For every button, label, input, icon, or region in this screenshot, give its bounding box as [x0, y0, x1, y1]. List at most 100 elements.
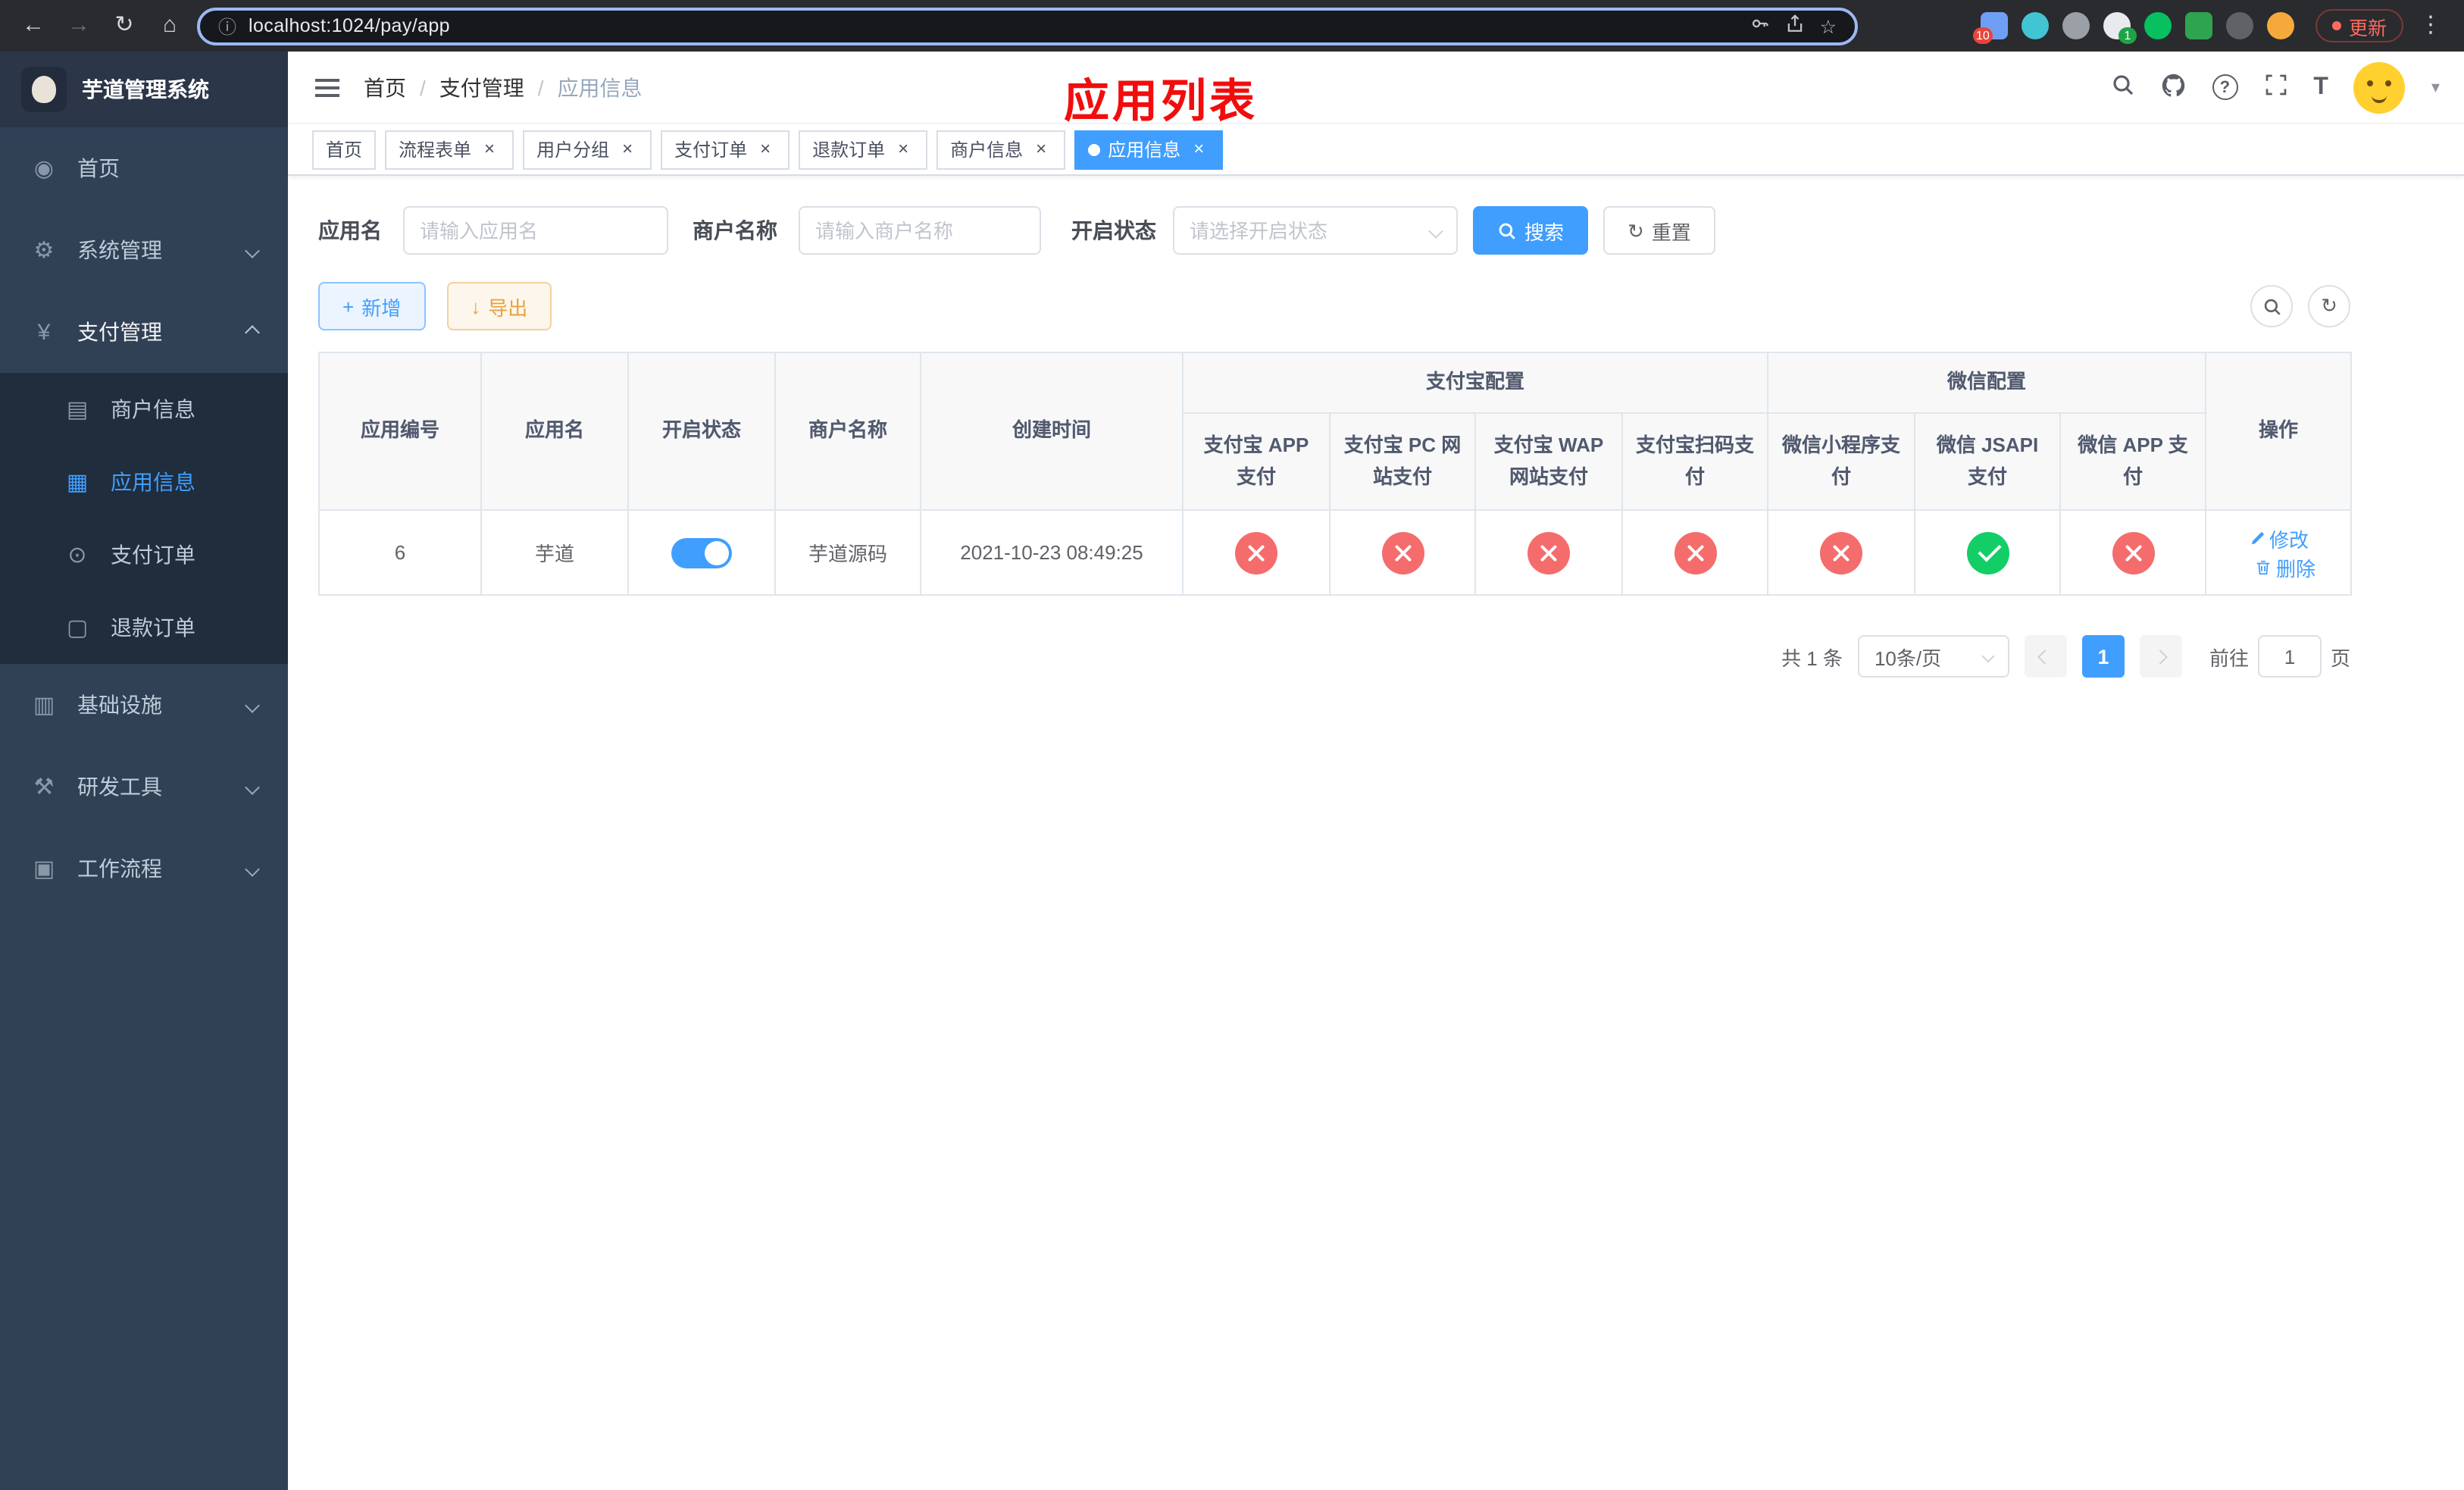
extension-icon[interactable] [2266, 12, 2294, 39]
breadcrumb: 首页 / 支付管理 / 应用信息 [364, 72, 643, 102]
extension-icon[interactable] [2021, 12, 2049, 39]
tab-close-icon[interactable]: × [1188, 138, 1209, 160]
sidebar-item-home[interactable]: ◉ 首页 [0, 127, 288, 209]
sidebar-toggle-icon[interactable] [312, 72, 342, 102]
tab-label: 支付订单 [674, 139, 748, 161]
tab-label: 流程表单 [399, 139, 472, 161]
cell-app-name: 芋道 [480, 509, 629, 596]
extension-icon[interactable]: 10 [1972, 12, 2008, 44]
tab-merchant-info[interactable]: 商户信息 × [937, 130, 1066, 169]
document-icon: ▢ [66, 615, 89, 641]
status-select[interactable] [1173, 206, 1458, 255]
browser-reload-icon[interactable]: ↻ [106, 8, 142, 44]
page-size-select[interactable]: 10条/页 [1857, 635, 2009, 678]
workflow-icon: ▣ [33, 856, 55, 882]
edit-link[interactable]: 修改 [2248, 524, 2309, 552]
extension-icon[interactable] [2143, 12, 2172, 39]
chevron-left-icon [2038, 649, 2053, 664]
sidebar-item-label: 研发工具 [77, 775, 162, 799]
add-button-label: 新增 [361, 296, 402, 319]
browser-menu-icon[interactable]: ⋮ [2412, 8, 2449, 44]
address-bar[interactable]: ⓘ localhost:1024/pay/app ☆ [197, 7, 1858, 45]
tab-user-group[interactable]: 用户分组 × [523, 130, 652, 169]
wechat-jsapi-status-icon [1966, 531, 2009, 574]
tab-refund-order[interactable]: 退款订单 × [799, 130, 928, 169]
site-info-icon[interactable]: ⓘ [218, 13, 236, 39]
plus-icon: + [342, 295, 355, 318]
sidebar-item-app-info[interactable]: ▦ 应用信息 [0, 446, 288, 518]
bookmark-star-icon[interactable]: ☆ [1820, 14, 1837, 37]
sidebar-item-payment[interactable]: ¥ 支付管理 [0, 291, 288, 373]
browser-update-button[interactable]: 更新 [2315, 9, 2403, 42]
cell-status [627, 509, 776, 596]
tab-close-icon[interactable]: × [617, 138, 638, 160]
user-menu-caret-icon[interactable]: ▾ [2431, 77, 2440, 97]
help-icon[interactable]: ? [2212, 74, 2238, 100]
extension-icon[interactable]: 1 [2103, 12, 2137, 44]
app-name-input[interactable] [403, 206, 668, 255]
yen-icon: ¥ [37, 319, 51, 345]
page-1-button[interactable]: 1 [2081, 635, 2125, 678]
font-size-icon[interactable]: T [2313, 74, 2328, 101]
reset-button[interactable]: ↻ 重置 [1603, 206, 1715, 255]
toggle-search-button[interactable] [2250, 285, 2293, 327]
tab-close-icon[interactable]: × [893, 138, 914, 160]
share-icon[interactable] [1785, 14, 1805, 38]
export-button[interactable]: ↓ 导出 [446, 282, 552, 330]
sidebar-item-system[interactable]: ⚙ 系统管理 [0, 209, 288, 291]
add-button[interactable]: + 新增 [318, 282, 426, 330]
password-key-icon[interactable] [1750, 14, 1770, 38]
sidebar-item-label: 支付订单 [111, 543, 195, 567]
refresh-table-button[interactable]: ↻ [2308, 285, 2350, 327]
tab-label: 用户分组 [536, 139, 610, 161]
fullscreen-icon[interactable] [2263, 73, 2287, 102]
chevron-right-icon [2153, 649, 2169, 664]
github-icon[interactable] [2160, 72, 2186, 102]
sidebar-item-refund-order[interactable]: ▢ 退款订单 [0, 591, 288, 664]
page-content: 应用名 商户名称 开启状态 搜索 ↻ 重置 [288, 176, 2464, 1490]
goto-page-input[interactable] [2257, 635, 2322, 678]
tab-close-icon[interactable]: × [479, 138, 500, 160]
merchant-name-input[interactable] [799, 206, 1041, 255]
browser-forward-icon[interactable]: → [61, 8, 97, 44]
search-icon[interactable] [2110, 73, 2134, 102]
delete-link[interactable]: 删除 [2255, 552, 2315, 581]
wechat-mini-status-icon [1820, 531, 1863, 574]
search-button[interactable]: 搜索 [1473, 206, 1589, 255]
tags-view: 首页 流程表单 × 用户分组 × 支付订单 × 退款订单 × 商户信息 × 应用… [288, 124, 2464, 176]
tab-close-icon[interactable]: × [755, 138, 776, 160]
user-avatar[interactable] [2353, 61, 2406, 113]
app-title: 芋道管理系统 [82, 77, 209, 102]
extension-icon[interactable] [2225, 12, 2253, 39]
prev-page-button[interactable] [2024, 635, 2067, 678]
tab-label: 应用信息 [1108, 139, 1181, 161]
sidebar-item-pay-order[interactable]: ⊙ 支付订单 [0, 518, 288, 591]
sidebar-item-infrastructure[interactable]: ▥ 基础设施 [0, 664, 288, 746]
chevron-down-icon [245, 697, 260, 712]
edit-pencil-icon [2250, 531, 2264, 544]
breadcrumb-home[interactable]: 首页 [364, 72, 406, 102]
sidebar-item-dev-tools[interactable]: ⚒ 研发工具 [0, 746, 288, 828]
toolbar-right: ↻ [2250, 285, 2350, 327]
tab-app-info[interactable]: 应用信息 × [1074, 130, 1224, 169]
status-select-input[interactable] [1173, 206, 1458, 255]
browser-back-icon[interactable]: ← [15, 8, 52, 44]
tab-pay-order[interactable]: 支付订单 × [661, 130, 790, 169]
status-toggle[interactable] [671, 537, 732, 568]
tab-home[interactable]: 首页 [312, 130, 377, 169]
sidebar-item-label: 商户信息 [111, 397, 195, 421]
extension-icon[interactable] [2184, 12, 2212, 39]
tab-close-icon[interactable]: × [1030, 138, 1052, 160]
tab-process-form[interactable]: 流程表单 × [385, 130, 514, 169]
sidebar-item-workflow[interactable]: ▣ 工作流程 [0, 828, 288, 909]
export-button-label: 导出 [488, 296, 528, 319]
page-unit-label: 页 [2330, 646, 2350, 669]
breadcrumb-payment[interactable]: 支付管理 [439, 72, 524, 102]
col-wechat-mini: 微信小程序支付 [1767, 412, 1916, 511]
extension-icon[interactable] [2062, 12, 2090, 39]
sidebar-item-label: 退款订单 [111, 615, 195, 640]
refresh-icon: ↻ [2321, 294, 2337, 317]
browser-home-icon[interactable]: ⌂ [152, 8, 188, 44]
next-page-button[interactable] [2139, 635, 2182, 678]
sidebar-item-merchant-info[interactable]: ▤ 商户信息 [0, 373, 288, 446]
